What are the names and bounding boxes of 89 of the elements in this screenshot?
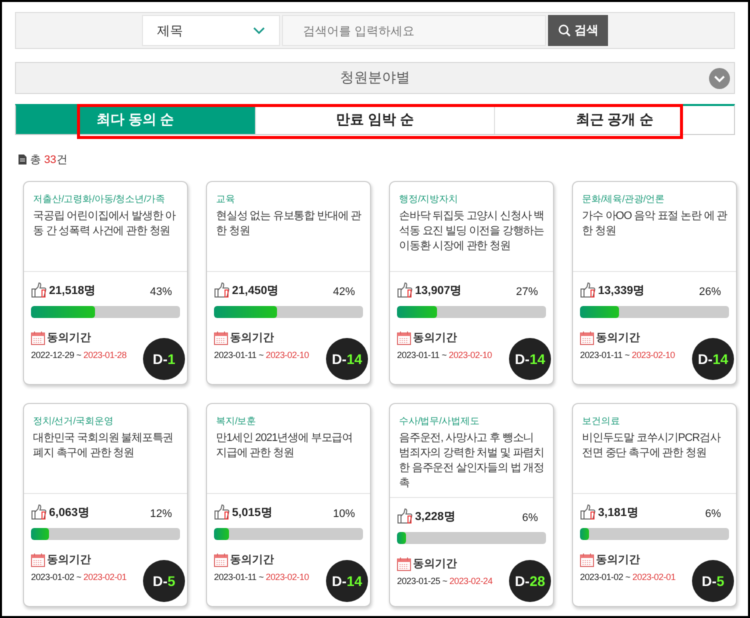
chevron-icon — [253, 26, 265, 34]
category-label: 수사/법무/사법제도 — [399, 415, 480, 428]
period-dates: 2023-01-02 ~ 2023-02-01 — [580, 572, 676, 582]
petition-card[interactable]: 복지/보훈 만1세인 2021년생에 부모급여 지급에 관한 청원 5,015명 10% 동의기간 2023-01-11 ~ 2023-02-10 D-14 — [206, 403, 371, 607]
petition-card[interactable]: 문화/체육/관광/언론 가수 아OO 음악 표절 논란 에 관한 청원 13,339명 26% 동의기간 2023-01-11 ~ 2023-02-10 D-14 — [572, 181, 737, 385]
agree-count: 13,907명 — [415, 284, 462, 298]
period-dates: 2023-01-11 ~ 2023-02-10 — [214, 572, 310, 582]
thumbs-up-icon — [214, 504, 231, 520]
petition-card[interactable]: 수사/법무/사법제도 음주운전, 사망사고 후 뺑소니 범죄자의 강력한 처벌 및 파렴치한 음주운전 살인자들의 법 개정 촉 3,228명 6% 동의기간 2023-01-25 ~ 2023-02-24 D-28 — [389, 403, 554, 607]
category-label: 보건의료 — [582, 415, 621, 428]
category-label: 교육 — [216, 193, 236, 206]
category-dropdown[interactable]: 청원분야별 — [15, 62, 735, 94]
search-button[interactable]: 검색 — [548, 15, 608, 46]
agree-count: 21,450명 — [232, 284, 280, 298]
agree-count: 13,339명 — [598, 284, 646, 298]
agree-count: 5,015명 — [232, 506, 273, 520]
d-day-badge: D-14 — [326, 560, 368, 602]
petition-card[interactable]: 보건의료 비인두도말 코쑤시기PCR검사 전면 중단 촉구에 관한 청원 3,181명 6% 동의기간 2023-01-02 ~ 2023-02-01 D-5 — [572, 403, 737, 607]
period-label: 동의기간 — [413, 557, 457, 571]
calendar-icon — [214, 552, 228, 566]
calendar-icon — [31, 552, 45, 566]
period-label: 동의기간 — [47, 331, 91, 345]
petition-title[interactable]: 손바닥 뒤집듯 고양시 신청사 백석동 요진 빌딩 이전을 강행하는 이동환 시장에 관한 청원 — [399, 209, 546, 254]
period-dates: 2023-01-02 ~ 2023-02-01 — [31, 572, 128, 582]
petition-title[interactable]: 현실성 없는 유보통합 반대에 관한 청원 — [216, 209, 363, 239]
thumbs-up-icon — [580, 282, 597, 298]
petition-card[interactable]: 정치/선거/국회운영 대한민국 국회의원 불체포특권 폐지 촉구에 관한 청원 6,063명 12% 동의기간 2023-01-02 ~ 2023-02-01 D-5 — [23, 403, 188, 607]
period-label: 동의기간 — [596, 331, 640, 345]
d-day-badge: D-5 — [692, 560, 734, 602]
calendar-icon — [397, 556, 411, 570]
petition-title[interactable]: 국공립 어린이집에서 발생한 아동 간 성폭력 사건에 관한 청원 — [33, 209, 180, 239]
agree-count: 3,228명 — [415, 510, 456, 524]
petition-title[interactable]: 가수 아OO 음악 표절 논란 에 관한 청원 — [582, 209, 729, 239]
d-day-badge: D-28 — [509, 560, 551, 602]
thumbs-up-icon — [397, 508, 414, 524]
petition-title[interactable]: 대한민국 국회의원 불체포특권 폐지 촉구에 관한 청원 — [33, 431, 180, 461]
petition-card[interactable]: 행정/지방자치 손바닥 뒤집듯 고양시 신청사 백석동 요진 빌딩 이전을 강행하는 이동환 시장에 관한 청원 13,907명 27% 동의기간 2023-01-11 ~ 2023-02-10 D-14 — [389, 181, 554, 385]
agree-count: 21,518명 — [49, 284, 96, 298]
calendar-icon — [397, 330, 411, 344]
agree-percent: 10% — [332, 508, 355, 520]
category-label: 저출산/고령화/아동/청소년/가족 — [33, 193, 166, 206]
category-label: 문화/체육/관광/언론 — [582, 193, 666, 206]
period-label: 동의기간 — [596, 553, 640, 567]
petition-card[interactable]: 저출산/고령화/아동/청소년/가족 국공립 어린이집에서 발생한 아동 간 성폭력 사건에 관한 청원 21,518명 43% 동의기간 2022-12-29 ~ 2023-01-28 D-1 — [23, 181, 188, 385]
agree-count: 3,181명 — [598, 506, 639, 520]
d-day-badge: D-1 — [143, 338, 185, 380]
total-count: 총 33건 — [30, 153, 68, 167]
agree-percent: 27% — [516, 286, 538, 298]
agree-percent: 42% — [332, 286, 355, 298]
d-day-badge: D-14 — [326, 338, 368, 380]
agree-percent: 26% — [698, 286, 721, 298]
petition-title[interactable]: 만1세인 2021년생에 부모급여 지급에 관한 청원 — [216, 431, 363, 461]
period-dates: 2022-12-29 ~ 2023-01-28 — [31, 350, 128, 360]
petition-title[interactable]: 비인두도말 코쑤시기PCR검사 전면 중단 촉구에 관한 청원 — [582, 431, 729, 461]
agree-percent: 43% — [150, 286, 172, 298]
period-dates: 2023-01-25 ~ 2023-02-24 — [397, 576, 494, 586]
calendar-icon — [580, 552, 594, 566]
period-label: 동의기간 — [413, 331, 457, 345]
calendar-icon — [214, 330, 228, 344]
petition-card[interactable]: 교육 현실성 없는 유보통합 반대에 관한 청원 21,450명 42% 동의기간 2023-01-11 ~ 2023-02-10 D-14 — [206, 181, 371, 385]
agree-percent: 12% — [150, 508, 172, 520]
chevron-circle-icon — [709, 68, 730, 89]
period-dates: 2023-01-11 ~ 2023-02-10 — [580, 350, 676, 360]
d-day-badge: D-5 — [143, 560, 185, 602]
period-dates: 2023-01-11 ~ 2023-02-10 — [214, 350, 310, 360]
thumbs-up-icon — [580, 504, 597, 520]
period-label: 동의기간 — [47, 553, 91, 567]
calendar-icon — [31, 330, 45, 344]
search-icon — [558, 24, 570, 37]
thumbs-up-icon — [31, 504, 48, 520]
field-select[interactable]: 제목 — [142, 15, 280, 46]
thumbs-up-icon — [31, 282, 48, 298]
period-label: 동의기간 — [230, 331, 274, 345]
period-label: 동의기간 — [230, 553, 274, 567]
category-label: 행정/지방자치 — [399, 193, 460, 206]
agree-percent: 6% — [705, 508, 721, 520]
agree-count: 6,063명 — [49, 506, 90, 520]
category-label: 복지/보훈 — [216, 415, 258, 428]
agree-percent: 6% — [522, 512, 538, 524]
calendar-icon — [580, 330, 594, 344]
category-label: 정치/선거/국회운영 — [33, 415, 114, 428]
d-day-badge: D-14 — [692, 338, 734, 380]
search-field[interactable]: 검색어를 입력하세요 — [282, 15, 546, 46]
thumbs-up-icon — [397, 282, 414, 298]
document-icon — [18, 154, 27, 165]
petition-title[interactable]: 음주운전, 사망사고 후 뺑소니 범죄자의 강력한 처벌 및 파렴치한 음주운전 살인자들의 법 개정 촉 — [399, 431, 546, 491]
d-day-badge: D-14 — [509, 338, 551, 380]
period-dates: 2023-01-11 ~ 2023-02-10 — [397, 350, 493, 360]
thumbs-up-icon — [214, 282, 231, 298]
